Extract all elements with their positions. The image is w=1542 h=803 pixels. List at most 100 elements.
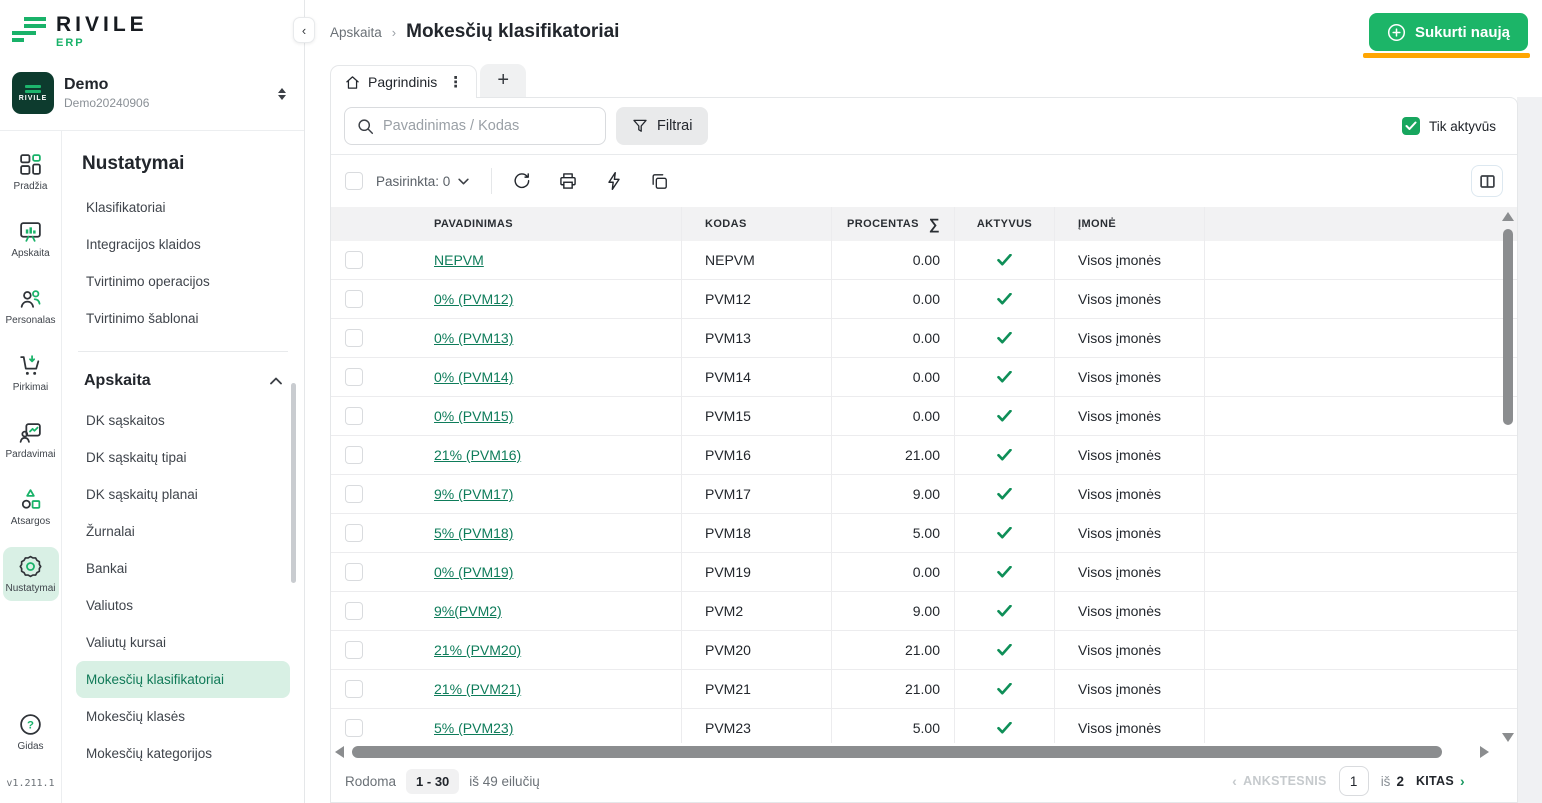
filters-button[interactable]: Filtrai [616,107,708,145]
print-button[interactable] [558,167,578,195]
sidebar-collapse-button[interactable]: ‹ [293,17,315,43]
header-pavadinimas[interactable]: PAVADINIMAS [420,207,682,241]
menu-item[interactable]: Žurnalai [76,513,290,550]
rail-item-pardavimai[interactable]: Pardavimai [3,413,59,467]
refresh-button[interactable] [512,168,531,195]
row-name-link[interactable]: 0% (PVM13) [434,330,513,346]
scroll-right-arrow-icon[interactable] [1480,746,1489,758]
actions-button[interactable] [605,167,623,195]
row-percent: 5.00 [832,514,955,552]
menu-item[interactable]: Tvirtinimo operacijos [76,263,290,300]
rail-item-nustatymai[interactable]: Nustatymai [3,547,59,601]
active-check-icon [997,683,1012,695]
row-checkbox[interactable] [345,719,363,737]
menu-item[interactable]: DK sąskaitos [76,402,290,439]
tab-pagrindinis[interactable]: Pagrindinis ⋮ [330,65,477,98]
previous-page-button[interactable]: ‹ ANKSTESNIS [1232,773,1327,789]
row-percent: 0.00 [832,358,955,396]
menu-item[interactable]: Valiutų kursai [76,624,290,661]
scroll-down-arrow-icon[interactable] [1502,733,1514,742]
active-only-toggle[interactable]: Tik aktyvūs [1402,117,1496,135]
row-percent: 21.00 [832,631,955,669]
sidebar-scrollbar[interactable] [291,383,296,583]
row-company: Visos įmonės [1055,514,1205,552]
rail-item-atsargos[interactable]: Atsargos [3,480,59,534]
columns-settings-button[interactable] [1471,165,1503,197]
row-checkbox[interactable] [345,641,363,659]
rail-item-pirkimai[interactable]: Pirkimai [3,346,59,400]
menu-item[interactable]: DK sąskaitų planai [76,476,290,513]
vertical-scroll-thumb[interactable] [1503,229,1513,425]
menu-item[interactable]: Klasifikatoriai [76,189,290,226]
row-name-link[interactable]: 0% (PVM19) [434,564,513,580]
header-imone[interactable]: ĮMONĖ [1055,207,1205,241]
row-checkbox[interactable] [345,524,363,542]
header-kodas[interactable]: KODAS [682,207,832,241]
content-card: Filtrai Tik aktyvūs Pasirinkta: 0 [330,97,1518,803]
create-new-button[interactable]: Sukurti naują [1369,13,1528,51]
add-tab-button[interactable]: + [480,64,526,97]
rail-item-gidas[interactable]: ? Gidas [3,705,59,759]
menu-item[interactable]: Mokesčių klasifikatoriai [76,661,290,698]
rail-item-pradzia[interactable]: Pradžia [3,145,59,199]
menu-item[interactable]: Integracijos klaidos [76,226,290,263]
company-selector[interactable]: RIVILE Demo Demo20240906 [0,62,304,131]
vertical-scrollbar[interactable] [1501,212,1514,742]
row-checkbox[interactable] [345,485,363,503]
menu-item[interactable]: Mokesčių klasės [76,698,290,735]
horizontal-scrollbar[interactable] [331,743,1517,760]
menu-item[interactable]: Bankai [76,550,290,587]
row-name-link[interactable]: 21% (PVM20) [434,642,521,658]
row-checkbox[interactable] [345,368,363,386]
page-title: Mokesčių klasifikatoriai [406,21,619,43]
chevron-down-icon[interactable] [458,178,469,185]
current-page-input[interactable]: 1 [1339,766,1369,796]
row-active-status [955,514,1055,552]
rail-item-apskaita[interactable]: Apskaita [3,212,59,266]
breadcrumb[interactable]: Apskaita [330,25,382,40]
next-page-button[interactable]: KITAS › [1416,773,1465,789]
row-name-link[interactable]: 5% (PVM23) [434,720,513,736]
rail-item-personalas[interactable]: Personalas [3,279,59,333]
row-checkbox[interactable] [345,407,363,425]
select-all-checkbox[interactable] [345,172,363,190]
row-name-link[interactable]: 0% (PVM14) [434,369,513,385]
row-checkbox[interactable] [345,602,363,620]
header-aktyvus[interactable]: AKTYVUS [955,207,1055,241]
row-checkbox[interactable] [345,251,363,269]
scroll-up-arrow-icon[interactable] [1502,212,1514,221]
search-input[interactable] [383,118,593,134]
active-check-icon [997,254,1012,266]
row-checkbox[interactable] [345,680,363,698]
row-name-link[interactable]: 9%(PVM2) [434,603,502,619]
company-switch-icon[interactable] [278,88,286,100]
row-checkbox[interactable] [345,446,363,464]
menu-item[interactable]: Tvirtinimo šablonai [76,300,290,337]
menu-item[interactable]: DK sąskaitų tipai [76,439,290,476]
selected-count: Pasirinkta: 0 [376,174,450,189]
row-name-link[interactable]: 21% (PVM21) [434,681,521,697]
menu-item[interactable]: Valiutos [76,587,290,624]
row-name-link[interactable]: 0% (PVM12) [434,291,513,307]
row-name-link[interactable]: 0% (PVM15) [434,408,513,424]
row-name-link[interactable]: 5% (PVM18) [434,525,513,541]
active-check-icon [997,644,1012,656]
tab-menu-kebab-icon[interactable]: ⋮ [445,73,466,91]
copy-button[interactable] [650,168,669,195]
active-check-icon [997,293,1012,305]
search-box[interactable] [344,107,606,145]
row-name-link[interactable]: 9% (PVM17) [434,486,513,502]
active-only-checkbox[interactable] [1402,117,1420,135]
row-checkbox[interactable] [345,290,363,308]
menu-section-apskaita[interactable]: Apskaita [76,362,290,402]
scroll-left-arrow-icon[interactable] [335,746,344,758]
row-name-link[interactable]: NEPVM [434,252,484,268]
row-name-link[interactable]: 21% (PVM16) [434,447,521,463]
horizontal-scroll-thumb[interactable] [352,746,1442,758]
row-checkbox[interactable] [345,329,363,347]
row-checkbox[interactable] [345,563,363,581]
chevron-right-icon: › [1460,773,1465,789]
header-procentas[interactable]: PROCENTAS ∑ [832,207,955,241]
menu-item[interactable]: Mokesčių kategorijos [76,735,290,772]
sum-icon[interactable]: ∑ [929,216,940,233]
